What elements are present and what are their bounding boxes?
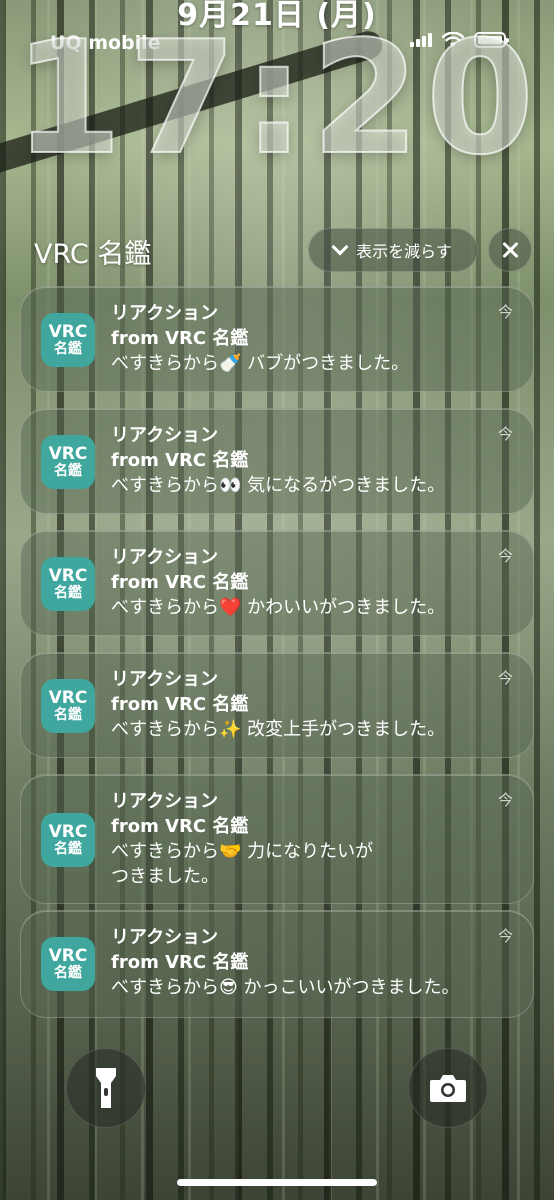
flashlight-button[interactable] xyxy=(66,1048,146,1128)
camera-icon xyxy=(430,1075,466,1102)
notification-body: べすきらから❤️ かわいいがつきました。 xyxy=(111,597,446,618)
show-less-label: 表示を減らす xyxy=(356,242,452,261)
notification-body: べすきらから✨ 改変上手がつきました。 xyxy=(111,719,446,740)
notification-subtitle: from VRC 名鑑 xyxy=(111,572,249,593)
notification-body-line2: つきました。 xyxy=(111,866,219,887)
notification-subtitle: from VRC 名鑑 xyxy=(111,816,249,837)
notification-body: べすきらから👀 気になるがつきました。 xyxy=(111,475,446,496)
app-icon-vrc-meikan: VRC 名鑑 xyxy=(41,937,95,991)
notification-card[interactable]: VRC 名鑑 リアクション from VRC 名鑑 べすきらから🤝 力になりたいが… xyxy=(20,774,534,904)
notification-title: リアクション xyxy=(111,927,219,948)
notification-card[interactable]: VRC 名鑑 リアクション from VRC 名鑑 べすきらから👀 気になるがつき… xyxy=(20,408,534,514)
close-icon xyxy=(501,241,519,259)
show-less-button[interactable]: 表示を減らす xyxy=(308,228,478,272)
app-icon-vrc-meikan: VRC 名鑑 xyxy=(41,557,95,611)
notification-title: リアクション xyxy=(111,547,219,568)
notification-time: 今 xyxy=(497,425,513,443)
notification-time: 今 xyxy=(497,547,513,565)
clear-notifications-button[interactable] xyxy=(488,228,532,272)
app-icon-vrc-meikan: VRC 名鑑 xyxy=(41,313,95,367)
notification-time: 今 xyxy=(497,927,513,945)
notification-title: リアクション xyxy=(111,425,219,446)
lockscreen-clock: 17:20 xyxy=(13,7,541,189)
notification-time: 今 xyxy=(497,669,513,687)
camera-button[interactable] xyxy=(408,1048,488,1128)
notification-title: リアクション xyxy=(111,791,219,812)
notification-subtitle: from VRC 名鑑 xyxy=(111,450,249,471)
app-icon-vrc-meikan: VRC 名鑑 xyxy=(41,813,95,867)
notification-group-title: VRC 名鑑 xyxy=(34,239,152,270)
chevron-down-icon xyxy=(331,238,349,256)
notification-time: 今 xyxy=(497,791,513,809)
notification-title: リアクション xyxy=(111,303,219,324)
notification-card[interactable]: VRC 名鑑 リアクション from VRC 名鑑 べすきらから😎 かっこいいがつ… xyxy=(20,910,534,1018)
notification-body: べすきらから😎 かっこいいがつきました。 xyxy=(111,977,460,998)
notification-subtitle: from VRC 名鑑 xyxy=(111,694,249,715)
app-icon-vrc-meikan: VRC 名鑑 xyxy=(41,679,95,733)
flashlight-icon xyxy=(96,1068,116,1108)
notification-card[interactable]: VRC 名鑑 リアクション from VRC 名鑑 べすきらから🍼 バブがつきまし… xyxy=(20,286,534,392)
notification-body: べすきらから🍼 バブがつきました。 xyxy=(111,353,410,374)
app-icon-vrc-meikan: VRC 名鑑 xyxy=(41,435,95,489)
notification-card[interactable]: VRC 名鑑 リアクション from VRC 名鑑 べすきらから✨ 改変上手がつき… xyxy=(20,652,534,758)
notification-time: 今 xyxy=(497,303,513,321)
notification-body: べすきらから🤝 力になりたいが xyxy=(111,841,374,862)
notification-subtitle: from VRC 名鑑 xyxy=(111,328,249,349)
notification-subtitle: from VRC 名鑑 xyxy=(111,952,249,973)
notification-card[interactable]: VRC 名鑑 リアクション from VRC 名鑑 べすきらから❤️ かわいいがつ… xyxy=(20,530,534,636)
notification-title: リアクション xyxy=(111,669,219,690)
home-indicator[interactable] xyxy=(177,1179,377,1186)
